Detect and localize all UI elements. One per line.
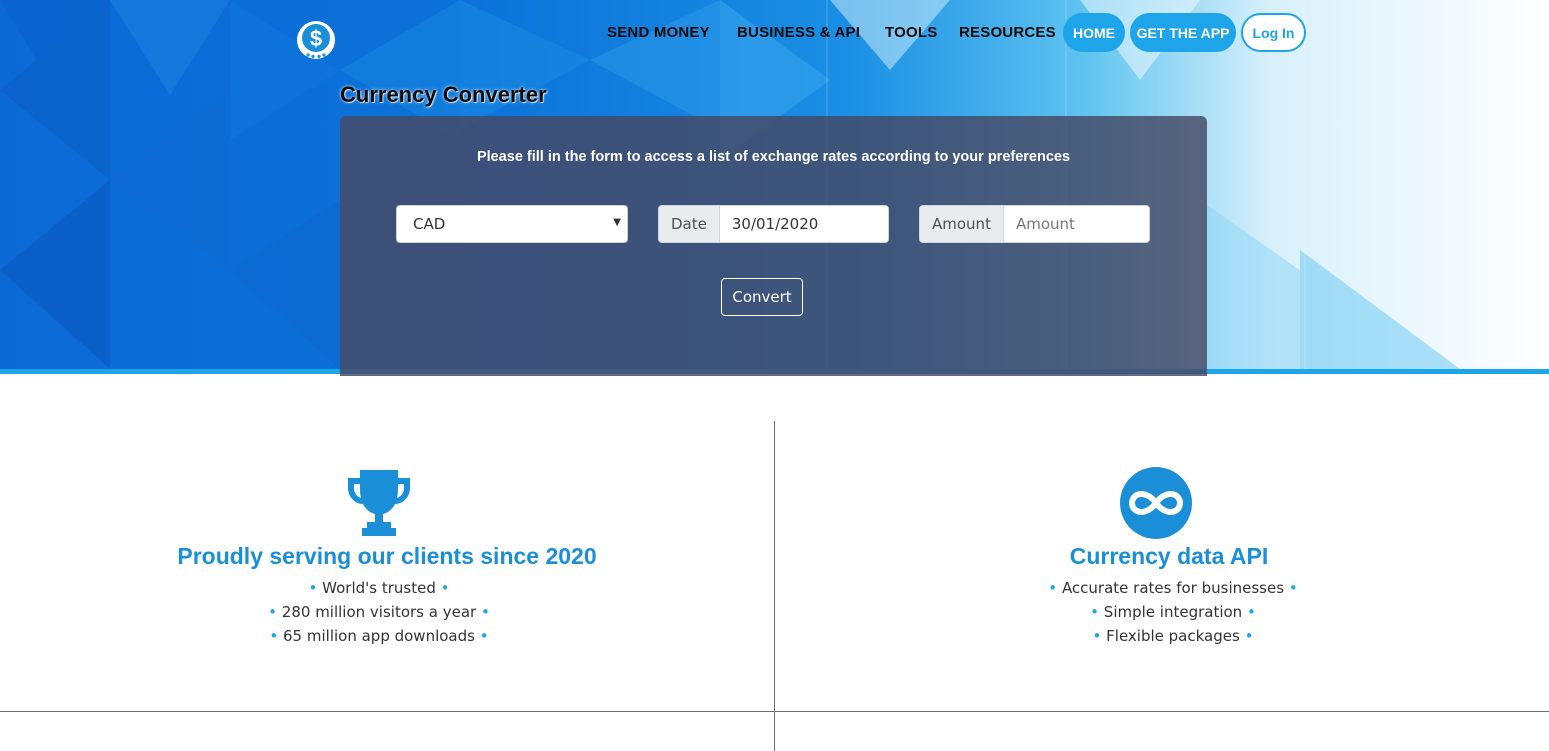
svg-text:$: $: [310, 26, 322, 51]
currency-select[interactable]: CAD ▼: [396, 205, 628, 243]
amount-input-group: Amount Amount: [919, 205, 1150, 243]
convert-button[interactable]: Convert: [721, 278, 803, 316]
nav-resources[interactable]: RESOURCES: [959, 24, 1056, 41]
date-input[interactable]: 30/01/2020: [719, 206, 888, 242]
feature-bullet: • 280 million visitors a year •: [268, 603, 490, 621]
feature-title-clients: Proudly serving our clients since 2020: [177, 543, 597, 569]
amount-label: Amount: [920, 206, 1004, 242]
infinity-icon: [1120, 467, 1192, 539]
nav-tools[interactable]: TOOLS: [885, 24, 937, 41]
currency-select-value: CAD: [413, 215, 446, 233]
amount-input[interactable]: Amount: [1003, 206, 1149, 242]
converter-panel: Please fill in the form to access a list…: [340, 116, 1207, 376]
feature-bullet: • Simple integration •: [1090, 603, 1256, 621]
page-title: Currency Converter: [340, 82, 547, 107]
feature-api: [775, 466, 1549, 544]
logo-dollar-icon[interactable]: $: [295, 19, 337, 61]
feature-bullet: • World's trusted •: [308, 579, 450, 597]
date-label: Date: [659, 206, 720, 242]
login-button[interactable]: Log In: [1241, 13, 1306, 52]
converter-heading: Please fill in the form to access a list…: [476, 149, 1071, 165]
home-button[interactable]: HOME: [1063, 13, 1125, 52]
feature-title-api: Currency data API: [1069, 543, 1269, 569]
feature-divider-horizontal: [0, 711, 1549, 712]
nav-business-api[interactable]: BUSINESS & API: [737, 24, 860, 41]
feature-bullet: • Accurate rates for businesses •: [1048, 579, 1298, 597]
chevron-down-icon: ▼: [613, 217, 621, 228]
feature-bullet: • 65 million app downloads •: [269, 627, 489, 645]
get-the-app-button[interactable]: GET THE APP: [1130, 13, 1236, 52]
trophy-icon: [348, 470, 410, 536]
nav-send-money[interactable]: SEND MONEY: [607, 24, 710, 41]
feature-bullet: • Flexible packages •: [1092, 627, 1254, 645]
feature-clients: [0, 466, 774, 544]
date-input-group: Date 30/01/2020: [658, 205, 889, 243]
